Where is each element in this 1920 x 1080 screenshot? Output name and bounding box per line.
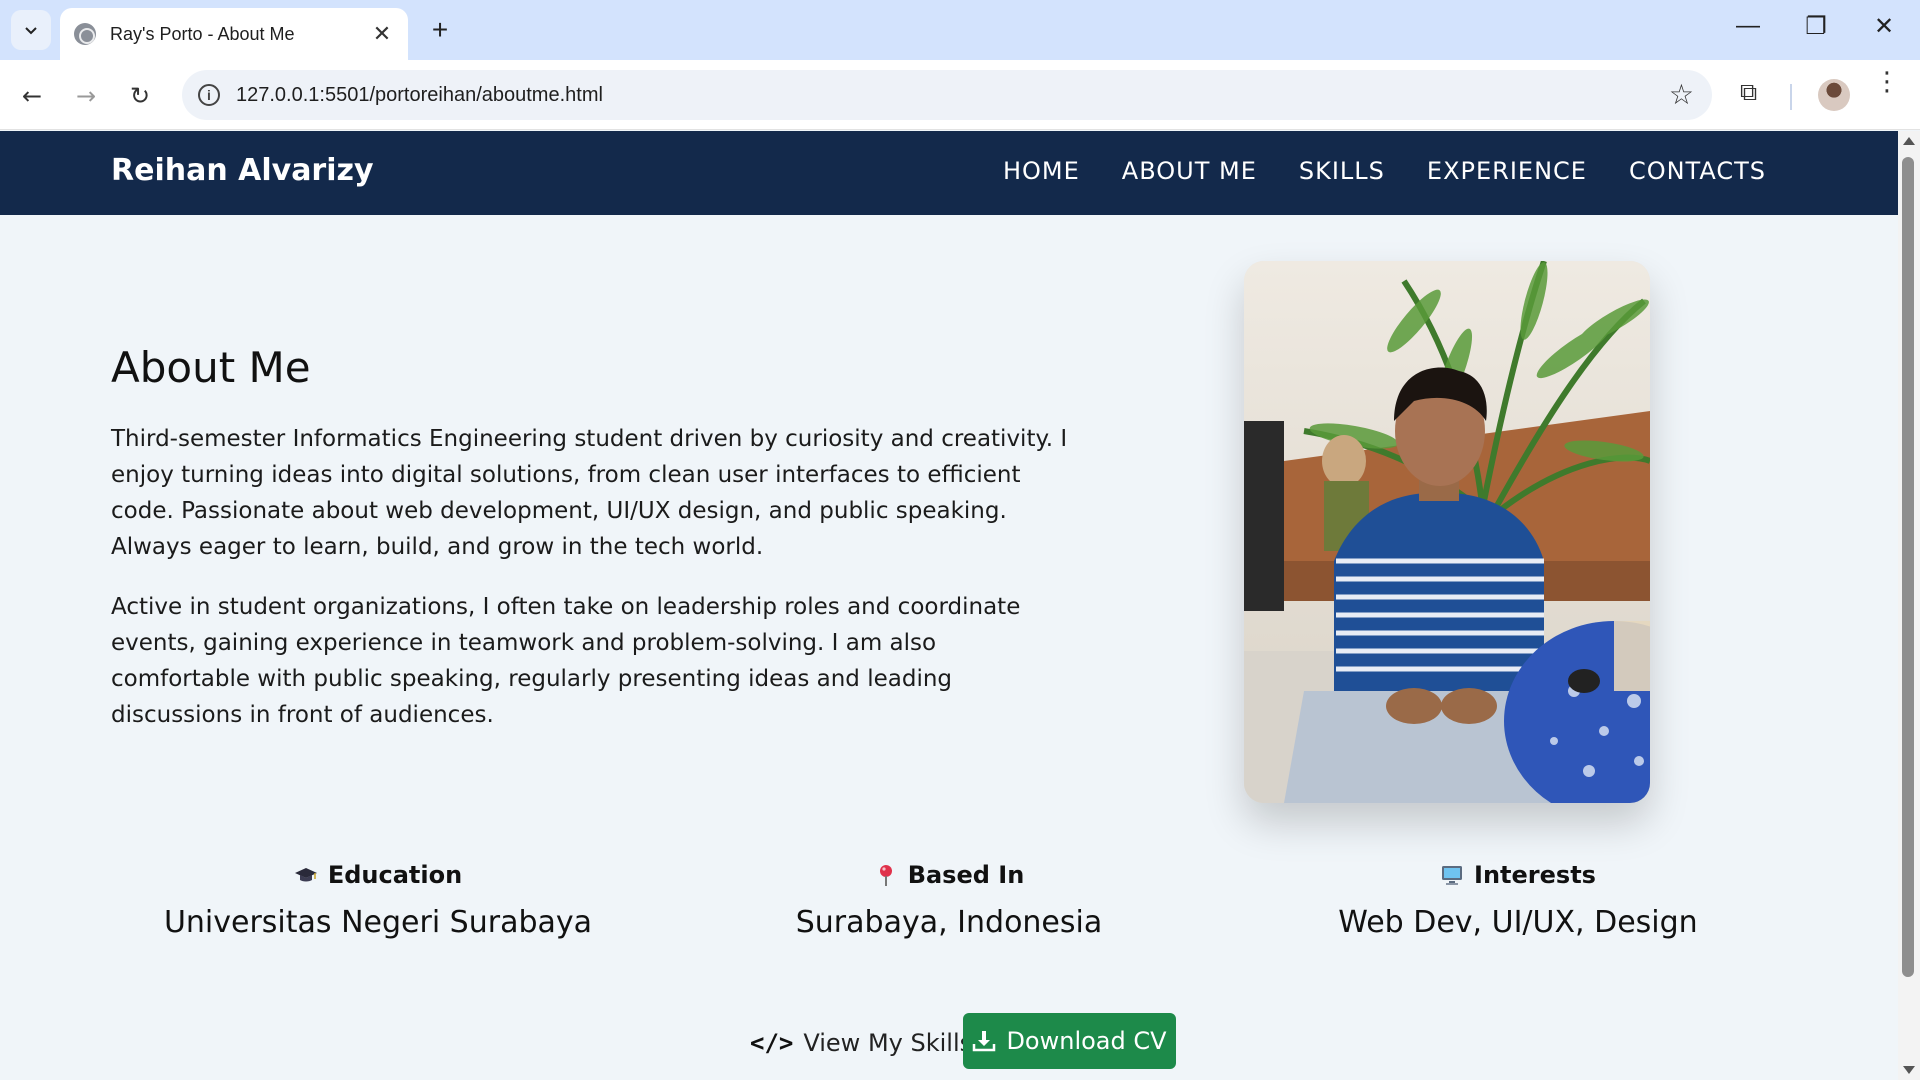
more-menu-icon[interactable]: ⋮ bbox=[1874, 69, 1900, 95]
page-viewport: Reihan Alvarizy HOME ABOUT ME SKILLS EXP… bbox=[0, 131, 1898, 1080]
browser-tab-bar: Ray's Porto - About Me ✕ + — ❐ ✕ bbox=[0, 0, 1920, 60]
tab-title: Ray's Porto - About Me bbox=[110, 23, 295, 44]
chevron-down-icon bbox=[25, 27, 37, 35]
fact-education-label: Education bbox=[327, 861, 463, 889]
graduation-cap-icon bbox=[294, 868, 317, 882]
browser-tab-active[interactable]: Ray's Porto - About Me ✕ bbox=[60, 8, 408, 60]
site-info-icon[interactable]: i bbox=[198, 84, 220, 106]
fact-based-in-value: Surabaya, Indonesia bbox=[795, 905, 1103, 940]
nav-about-me[interactable]: ABOUT ME bbox=[1122, 157, 1257, 185]
page-title: About Me bbox=[111, 343, 311, 392]
download-cv-button[interactable]: Download CV bbox=[963, 1013, 1176, 1069]
fact-interests-label: Interests bbox=[1474, 861, 1596, 889]
url-text[interactable]: 127.0.0.1:5501/portoreihan/aboutme.html bbox=[236, 84, 603, 107]
view-skills-label: View My Skills bbox=[803, 1029, 973, 1057]
scroll-thumb[interactable] bbox=[1902, 157, 1914, 977]
fact-based-in: Based In Surabaya, Indonesia bbox=[699, 861, 1199, 940]
minimize-icon[interactable]: — bbox=[1728, 12, 1768, 40]
map-pin-icon bbox=[879, 865, 892, 886]
site-navbar: Reihan Alvarizy HOME ABOUT ME SKILLS EXP… bbox=[0, 131, 1898, 215]
restore-icon[interactable]: ❐ bbox=[1796, 12, 1836, 41]
scroll-up-icon[interactable] bbox=[1903, 137, 1915, 145]
nav-contacts[interactable]: CONTACTS bbox=[1629, 157, 1766, 185]
scroll-down-icon[interactable] bbox=[1903, 1066, 1915, 1074]
fact-interests: Interests Web Dev, UI/UX, Design bbox=[1268, 861, 1768, 940]
profile-avatar[interactable] bbox=[1818, 79, 1850, 111]
address-bar[interactable]: i 127.0.0.1:5501/portoreihan/aboutme.htm… bbox=[182, 70, 1712, 120]
code-icon: </> bbox=[750, 1029, 794, 1057]
nav-experience[interactable]: EXPERIENCE bbox=[1427, 157, 1587, 185]
fact-based-in-label: Based In bbox=[907, 861, 1025, 889]
about-paragraph-2: Active in student organizations, I often… bbox=[111, 594, 1021, 728]
facts-row: Education Universitas Negeri Surabaya Ba… bbox=[0, 861, 1898, 961]
fact-education-value: Universitas Negeri Surabaya bbox=[163, 905, 593, 940]
forward-icon[interactable]: → bbox=[68, 78, 104, 114]
reload-icon[interactable]: ↻ bbox=[122, 78, 158, 114]
site-brand[interactable]: Reihan Alvarizy bbox=[111, 153, 374, 188]
browser-toolbar: ← → ↻ i 127.0.0.1:5501/portoreihan/about… bbox=[0, 60, 1920, 130]
download-icon bbox=[973, 1031, 996, 1052]
nav-skills[interactable]: SKILLS bbox=[1299, 157, 1385, 185]
computer-icon bbox=[1442, 866, 1463, 885]
nav-home[interactable]: HOME bbox=[1003, 157, 1080, 185]
tab-search-button[interactable] bbox=[11, 10, 51, 50]
toolbar-divider bbox=[1790, 84, 1792, 110]
view-skills-button[interactable]: </> View My Skills bbox=[730, 1015, 992, 1071]
download-cv-label: Download CV bbox=[1006, 1027, 1167, 1055]
back-icon[interactable]: ← bbox=[14, 78, 50, 114]
extensions-icon[interactable]: ⧉ bbox=[1740, 78, 1757, 106]
close-tab-icon[interactable]: ✕ bbox=[370, 21, 394, 47]
site-menu: HOME ABOUT ME SKILLS EXPERIENCE CONTACTS bbox=[1003, 157, 1766, 185]
about-paragraph-1: Third-semester Informatics Engineering s… bbox=[111, 426, 1068, 560]
bookmark-star-icon[interactable]: ☆ bbox=[1669, 78, 1694, 111]
page-scrollbar[interactable] bbox=[1898, 131, 1920, 1080]
new-tab-button[interactable]: + bbox=[424, 14, 456, 46]
fact-education: Education Universitas Negeri Surabaya bbox=[128, 861, 628, 940]
close-window-icon[interactable]: ✕ bbox=[1864, 12, 1904, 41]
profile-photo bbox=[1244, 261, 1650, 803]
globe-icon bbox=[74, 23, 96, 45]
fact-interests-value: Web Dev, UI/UX, Design bbox=[1338, 905, 1698, 940]
